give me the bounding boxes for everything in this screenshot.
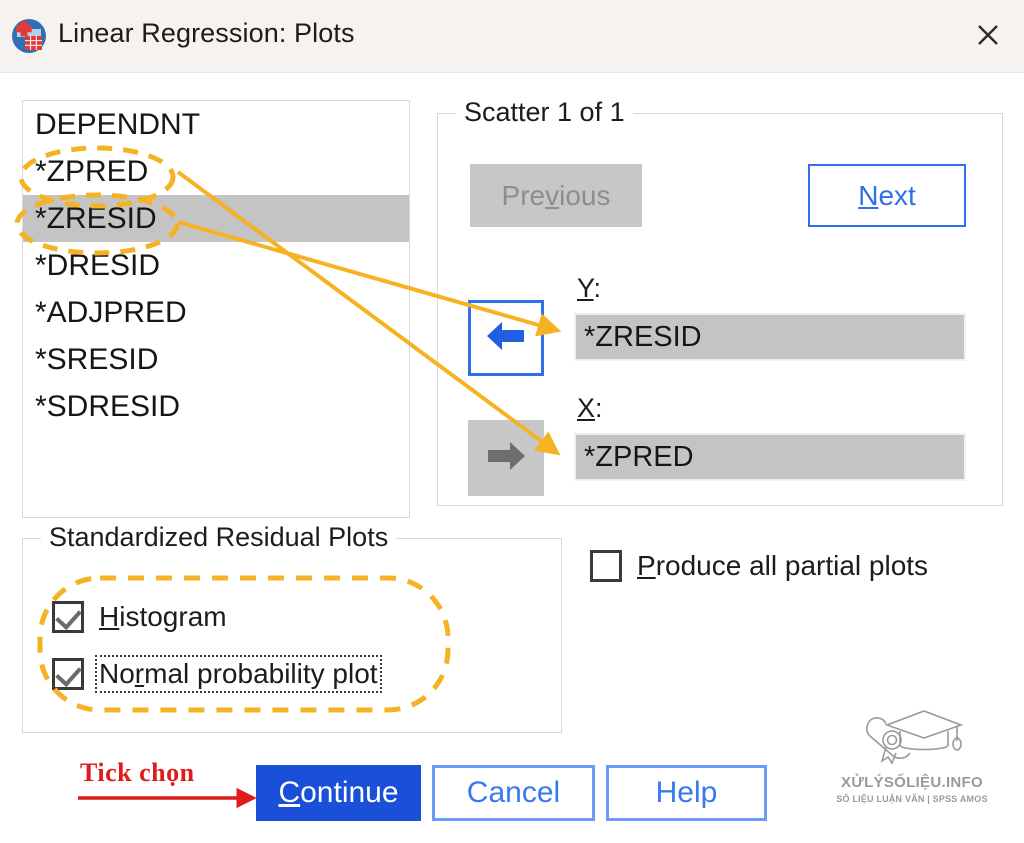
previous-label: Previous <box>501 179 611 211</box>
graduation-cap-diploma-icon <box>852 710 972 771</box>
histogram-checkbox[interactable]: Histogram <box>52 598 231 636</box>
list-item[interactable]: *ZPRED <box>23 148 409 195</box>
y-variable-field[interactable]: *ZRESID <box>574 313 966 361</box>
produce-all-partial-plots-label: Produce all partial plots <box>637 550 929 581</box>
histogram-label: Histogram <box>99 601 227 632</box>
list-item[interactable]: *SDRESID <box>23 383 409 430</box>
help-button[interactable]: Help <box>606 765 767 821</box>
watermark: XỬLÝSỐLIỆU.INFO SỐ LIỆU LUẬN VĂN | SPSS … <box>822 705 1002 804</box>
x-variable-field[interactable]: *ZPRED <box>574 433 966 481</box>
move-to-x-button[interactable] <box>468 420 544 496</box>
spss-app-icon <box>10 17 48 55</box>
x-axis-label: X: <box>577 393 603 423</box>
produce-all-partial-plots-checkbox[interactable]: Produce all partial plots <box>590 547 932 585</box>
scatter-group: Scatter 1 of 1 Previous Next Y: *ZRESID … <box>437 97 1003 506</box>
watermark-subtitle: SỐ LIỆU LUẬN VĂN | SPSS AMOS <box>836 794 988 804</box>
arrow-right-icon <box>484 439 528 478</box>
continue-label: Continue <box>278 776 399 809</box>
list-item[interactable]: DEPENDNT <box>23 101 409 148</box>
y-axis-label: Y: <box>577 273 602 303</box>
checkbox-unchecked-icon <box>590 550 622 582</box>
arrow-left-icon <box>484 319 528 358</box>
normal-probability-plot-checkbox[interactable]: Normal probability plot <box>52 655 382 693</box>
list-item[interactable]: *SRESID <box>23 336 409 383</box>
scatter-group-title: Scatter 1 of 1 <box>456 97 633 128</box>
checkbox-checked-icon <box>52 601 84 633</box>
list-item[interactable]: *ZRESID <box>23 195 409 242</box>
cancel-button[interactable]: Cancel <box>432 765 595 821</box>
standardized-residual-plots-title: Standardized Residual Plots <box>41 522 397 553</box>
watermark-title: XỬLÝSỐLIỆU.INFO <box>841 774 983 791</box>
list-item[interactable]: *DRESID <box>23 242 409 289</box>
move-to-y-button[interactable] <box>468 300 544 376</box>
checkbox-checked-icon <box>52 658 84 690</box>
previous-button[interactable]: Previous <box>470 164 642 227</box>
continue-button[interactable]: Continue <box>256 765 421 821</box>
annotation-callout-text: Tick chọn <box>80 758 195 787</box>
list-item[interactable]: *ADJPRED <box>23 289 409 336</box>
next-label: Next <box>858 179 916 211</box>
normal-probability-plot-label: Normal probability plot <box>95 655 382 693</box>
next-button[interactable]: Next <box>808 164 966 227</box>
window-title: Linear Regression: Plots <box>58 18 355 48</box>
source-variable-list[interactable]: DEPENDNT *ZPRED *ZRESID *DRESID *ADJPRED… <box>22 100 410 518</box>
close-icon[interactable] <box>958 6 1018 64</box>
title-bar: Linear Regression: Plots <box>0 0 1024 73</box>
